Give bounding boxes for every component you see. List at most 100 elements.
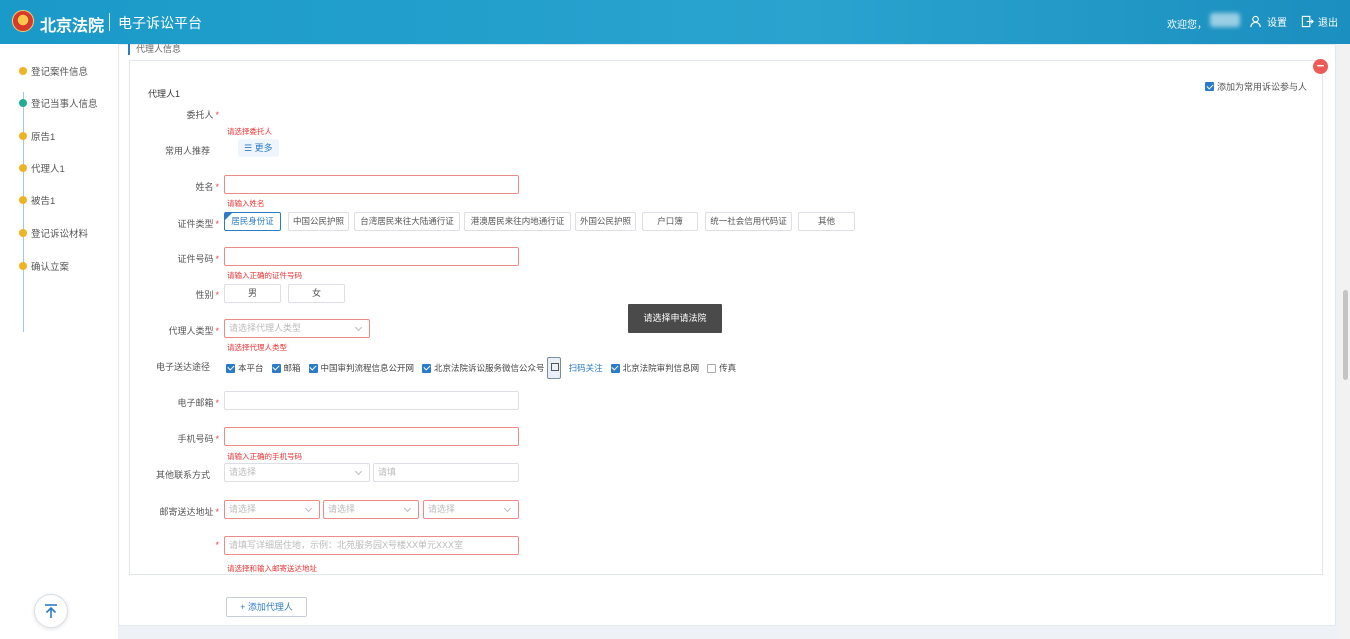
top-header: 北京法院 电子诉讼平台 欢迎您， 设置 退出 — [0, 0, 1350, 44]
gender-male-button[interactable]: 男 — [224, 284, 281, 303]
phone-label: 手机号码 * — [177, 434, 219, 444]
step-plaintiff[interactable]: 原告1 — [19, 129, 55, 143]
delivery-option-fax[interactable]: 传真 — [707, 362, 736, 374]
platform-name: 电子诉讼平台 — [118, 15, 202, 31]
id-number-error: 请输入正确的证件号码 — [227, 271, 302, 280]
step-dot — [19, 229, 27, 237]
id-type-option-household[interactable]: 户口簿 — [642, 212, 698, 231]
province-placeholder: 请选择 — [229, 504, 257, 514]
step-confirm[interactable]: 确认立案 — [19, 259, 69, 273]
logout-label: 退出 — [1318, 18, 1338, 29]
name-input[interactable] — [224, 175, 519, 194]
step-defendant[interactable]: 被告1 — [19, 193, 55, 207]
id-number-input[interactable] — [224, 247, 519, 266]
id-type-option-credit-code[interactable]: 统一社会信用代码证 — [705, 212, 792, 231]
address-province-select[interactable]: 请选择 — [224, 500, 320, 519]
chevron-down-icon — [354, 323, 363, 332]
checkbox-checked-icon — [226, 363, 235, 373]
other-contact-label: 其他联系方式 — [155, 470, 210, 480]
scrollbar-thumb[interactable] — [1343, 290, 1348, 380]
agent-title: 代理人1 — [148, 89, 181, 99]
city-placeholder: 请选择 — [328, 504, 356, 514]
id-type-option-passport[interactable]: 中国公民护照 — [288, 212, 349, 231]
delivery-options: 本平台 邮箱 中国审判流程信息公开网 北京法院诉讼服务微信公众号 扫码关注 北京… — [226, 357, 736, 379]
section-title: 代理人信息 — [128, 44, 181, 55]
phone-error: 请输入正确的手机号码 — [227, 452, 302, 461]
step-dot — [19, 164, 27, 172]
remove-agent-button[interactable]: − — [1313, 59, 1328, 74]
list-icon: ☰ — [244, 143, 255, 153]
delivery-option-trial-info[interactable]: 中国审判流程信息公开网 — [308, 362, 414, 374]
address-error: 请选择和输入邮寄送达地址 — [227, 564, 317, 573]
principal-label: 委托人 * — [186, 110, 219, 120]
step-dot — [19, 132, 27, 140]
qr-phone-icon — [546, 357, 561, 379]
progress-sidebar — [0, 44, 118, 639]
welcome-text: 欢迎您， — [1167, 20, 1207, 31]
step-register-parties[interactable]: 登记当事人信息 — [19, 96, 98, 110]
email-label: 电子邮箱 * — [177, 398, 219, 408]
checkbox-checked-icon — [308, 363, 318, 373]
step-label: 登记诉讼材料 — [31, 229, 89, 240]
step-dot — [19, 196, 27, 204]
more-label: 更多 — [254, 143, 273, 153]
name-label: 姓名 * — [195, 182, 219, 192]
step-materials[interactable]: 登记诉讼材料 — [19, 226, 88, 240]
address-detail-input[interactable]: 请填写详细居住地，示例：北苑服务园X号楼XX单元XXX室 — [224, 536, 519, 555]
recommend-label: 常用人推荐 — [164, 146, 210, 156]
id-type-option-hkmacao-permit[interactable]: 港澳居民来往内地通行证 — [464, 212, 571, 231]
step-dot — [19, 262, 27, 270]
court-emblem-icon — [12, 10, 34, 32]
delivery-option-court-site[interactable]: 北京法院审判信息网 — [610, 362, 699, 374]
user-settings-icon — [1250, 15, 1261, 28]
logout-button[interactable]: 退出 — [1301, 14, 1338, 29]
id-type-option-taiwan-permit[interactable]: 台湾居民来往大陆通行证 — [354, 212, 460, 231]
gender-female-button[interactable]: 女 — [288, 284, 345, 303]
id-type-option-other[interactable]: 其他 — [798, 212, 855, 231]
chevron-down-icon — [304, 504, 313, 513]
step-label: 被告1 — [31, 196, 56, 207]
agent-card — [129, 60, 1323, 575]
gender-label: 性别 * — [195, 290, 219, 300]
id-type-option-foreign-passport[interactable]: 外国公民护照 — [575, 212, 636, 231]
chevron-down-icon — [403, 504, 412, 513]
agent-type-select[interactable]: 请选择代理人类型 — [224, 319, 370, 338]
district-placeholder: 请选择 — [428, 504, 456, 514]
timeline-line — [23, 92, 24, 332]
address-city-select[interactable]: 请选择 — [323, 500, 419, 519]
step-label: 确认立案 — [31, 262, 70, 273]
step-label: 登记当事人信息 — [31, 99, 98, 110]
address-district-select[interactable]: 请选择 — [423, 500, 519, 519]
delivery-option-email[interactable]: 邮箱 — [271, 362, 301, 374]
principal-error: 请选择委托人 — [227, 127, 272, 136]
delivery-option-wechat[interactable]: 北京法院诉讼服务微信公众号 — [422, 362, 545, 374]
delivery-option-platform[interactable]: 本平台 — [226, 362, 264, 374]
other-contact-input[interactable]: 请填 — [373, 463, 519, 482]
id-type-label: 证件类型 * — [177, 219, 219, 229]
settings-button[interactable]: 设置 — [1250, 14, 1287, 29]
settings-label: 设置 — [1267, 18, 1287, 29]
agent-type-error: 请选择代理人类型 — [227, 343, 287, 352]
other-contact-type-select[interactable]: 请选择 — [224, 463, 370, 482]
checkbox-checked-icon — [1205, 82, 1214, 91]
checkbox-checked-icon — [422, 363, 432, 373]
address-detail-required: * — [215, 540, 219, 550]
phone-input[interactable] — [224, 427, 519, 446]
checkbox-unchecked-icon — [707, 363, 717, 373]
more-recommend-button[interactable]: ☰ 更多 — [238, 139, 279, 157]
agent-type-placeholder: 请选择代理人类型 — [229, 323, 302, 333]
id-type-option-resident-id[interactable]: 居民身份证 — [224, 212, 281, 231]
chevron-down-icon — [354, 467, 363, 476]
brand-divider — [109, 13, 110, 31]
scan-follow-link[interactable]: 扫码关注 — [569, 362, 603, 374]
address-label: 邮寄送达地址 * — [159, 507, 219, 517]
chevron-down-icon — [503, 504, 512, 513]
step-register-case[interactable]: 登记案件信息 — [19, 64, 88, 78]
back-to-top-button[interactable] — [34, 594, 68, 628]
username-blurred — [1210, 13, 1240, 27]
email-input[interactable] — [224, 391, 519, 410]
step-agent[interactable]: 代理人1 — [19, 161, 65, 175]
arrow-up-icon — [45, 604, 57, 618]
add-agent-button[interactable]: + 添加代理人 — [226, 597, 307, 617]
add-favorite-checkbox[interactable]: 添加为常用诉讼参与人 — [1205, 80, 1307, 93]
